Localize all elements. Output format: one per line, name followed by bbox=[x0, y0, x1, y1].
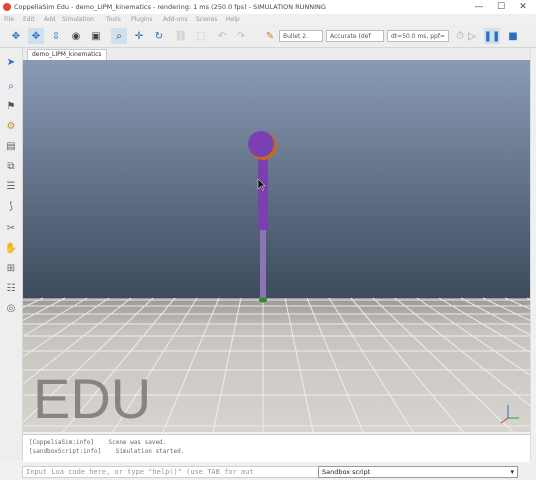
scene-tab[interactable]: demo_LIPM_kinematics bbox=[27, 49, 107, 60]
selection-icon[interactable]: ☷ bbox=[3, 280, 19, 296]
click-select-icon[interactable]: ⌕ bbox=[111, 28, 127, 44]
robot-leg bbox=[260, 230, 266, 300]
minimize-button[interactable]: — bbox=[468, 0, 490, 14]
scene-hierarchy-icon[interactable]: ⚑ bbox=[3, 98, 19, 114]
stop-icon[interactable]: ■ bbox=[505, 28, 521, 44]
robot-head bbox=[248, 131, 274, 157]
camera-rotate-icon[interactable]: ✥ bbox=[28, 28, 44, 44]
pause-icon[interactable]: ❚❚ bbox=[484, 28, 500, 44]
calculation-modules-icon[interactable]: ▤ bbox=[3, 138, 19, 154]
grasp-icon[interactable]: ✋ bbox=[3, 240, 19, 256]
scripts-icon[interactable]: ☰ bbox=[3, 178, 19, 194]
robot-body bbox=[258, 156, 268, 230]
robot-foot bbox=[259, 297, 267, 303]
console-source: [sandboxScript:info] bbox=[29, 448, 102, 455]
right-panel-edge bbox=[530, 48, 536, 461]
console-source: [CoppeliaSim:info] bbox=[29, 439, 95, 446]
assemble-icon[interactable]: ⛓ bbox=[173, 28, 189, 44]
menu-tools[interactable]: Tools bbox=[106, 16, 121, 23]
menu-addons[interactable]: Add-ons bbox=[163, 16, 188, 23]
redo-icon[interactable]: ↷ bbox=[233, 28, 249, 44]
play-icon[interactable]: ▷ bbox=[464, 28, 480, 44]
menu-simulation[interactable]: Simulation bbox=[62, 16, 94, 23]
fit-to-view-icon[interactable]: ▣ bbox=[88, 28, 104, 44]
menu-file[interactable]: File bbox=[4, 16, 14, 23]
shapes-icon[interactable]: ⟆ bbox=[3, 198, 19, 214]
object-properties-icon[interactable]: ⚙ bbox=[3, 118, 19, 134]
console-message: Scene was saved. bbox=[108, 439, 167, 446]
edu-watermark: EDU bbox=[33, 367, 151, 430]
command-bar: Input Lua code here, or type "help()" (u… bbox=[22, 465, 536, 480]
script-select[interactable]: Sandbox script ▾ bbox=[318, 466, 518, 478]
object-shift-icon[interactable]: ✛ bbox=[131, 28, 147, 44]
camera-angle-icon[interactable]: ◉ bbox=[68, 28, 84, 44]
console-line: [CoppeliaSim:info] Scene was saved. bbox=[29, 439, 166, 446]
menu-bar: File Edit Add Simulation Tools Plugins A… bbox=[0, 14, 536, 25]
console-line: [sandboxScript:info] Simulation started. bbox=[29, 448, 184, 455]
close-button[interactable]: ✕ bbox=[512, 0, 534, 14]
video-recorder-icon[interactable]: ◎ bbox=[3, 300, 19, 316]
pointer-icon[interactable]: ➤ bbox=[3, 54, 19, 70]
menu-add[interactable]: Add bbox=[44, 16, 56, 23]
timestep-select[interactable]: dt=50.0 ms, ppf= bbox=[387, 30, 449, 42]
scene-render: EDU bbox=[23, 60, 530, 432]
menu-help[interactable]: Help bbox=[226, 16, 240, 23]
app-logo-icon bbox=[3, 3, 11, 11]
left-toolbar: ➤ ⌕ ⚑ ⚙ ▤ ⧉ ☰ ⟆ ✂ ✋ ⊞ ☷ ◎ bbox=[0, 48, 23, 460]
collections-icon[interactable]: ⧉ bbox=[3, 158, 19, 174]
camera-pan-icon[interactable]: ✥ bbox=[8, 28, 24, 44]
simulation-settings-icon[interactable]: ✎ bbox=[262, 28, 278, 44]
layers-icon[interactable]: ⊞ bbox=[3, 260, 19, 276]
chevron-down-icon: ▾ bbox=[510, 468, 514, 476]
console-message: Simulation started. bbox=[115, 448, 185, 455]
scene-viewport[interactable]: EDU bbox=[23, 60, 530, 432]
window-title: CoppeliaSim Edu - demo_LIPM_kinematics -… bbox=[14, 3, 326, 11]
model-browser-icon[interactable]: ⌕ bbox=[3, 78, 19, 94]
camera-shift-icon[interactable]: ⇳ bbox=[48, 28, 64, 44]
main-toolbar: ✥ ✥ ⇳ ◉ ▣ ⌕ ✛ ↻ ⛓ ⬚ ↶ ↷ ✎ Bullet 2. Accu… bbox=[0, 25, 536, 48]
accuracy-select[interactable]: Accurate (def bbox=[326, 30, 384, 42]
status-console: [CoppeliaSim:info] Scene was saved. [san… bbox=[23, 434, 530, 462]
object-rotate-icon[interactable]: ↻ bbox=[151, 28, 167, 44]
transfer-dna-icon[interactable]: ⬚ bbox=[193, 28, 209, 44]
maximize-button[interactable]: ☐ bbox=[490, 0, 512, 14]
physics-engine-select[interactable]: Bullet 2. bbox=[279, 30, 323, 42]
paths-icon[interactable]: ✂ bbox=[3, 220, 19, 236]
menu-edit[interactable]: Edit bbox=[23, 16, 35, 23]
sky bbox=[23, 60, 530, 300]
title-bar: CoppeliaSim Edu - demo_LIPM_kinematics -… bbox=[0, 0, 536, 14]
script-select-value: Sandbox script bbox=[322, 468, 371, 476]
menu-plugins[interactable]: Plugins bbox=[131, 16, 153, 23]
menu-scenes[interactable]: Scenes bbox=[196, 16, 217, 23]
undo-icon[interactable]: ↶ bbox=[214, 28, 230, 44]
